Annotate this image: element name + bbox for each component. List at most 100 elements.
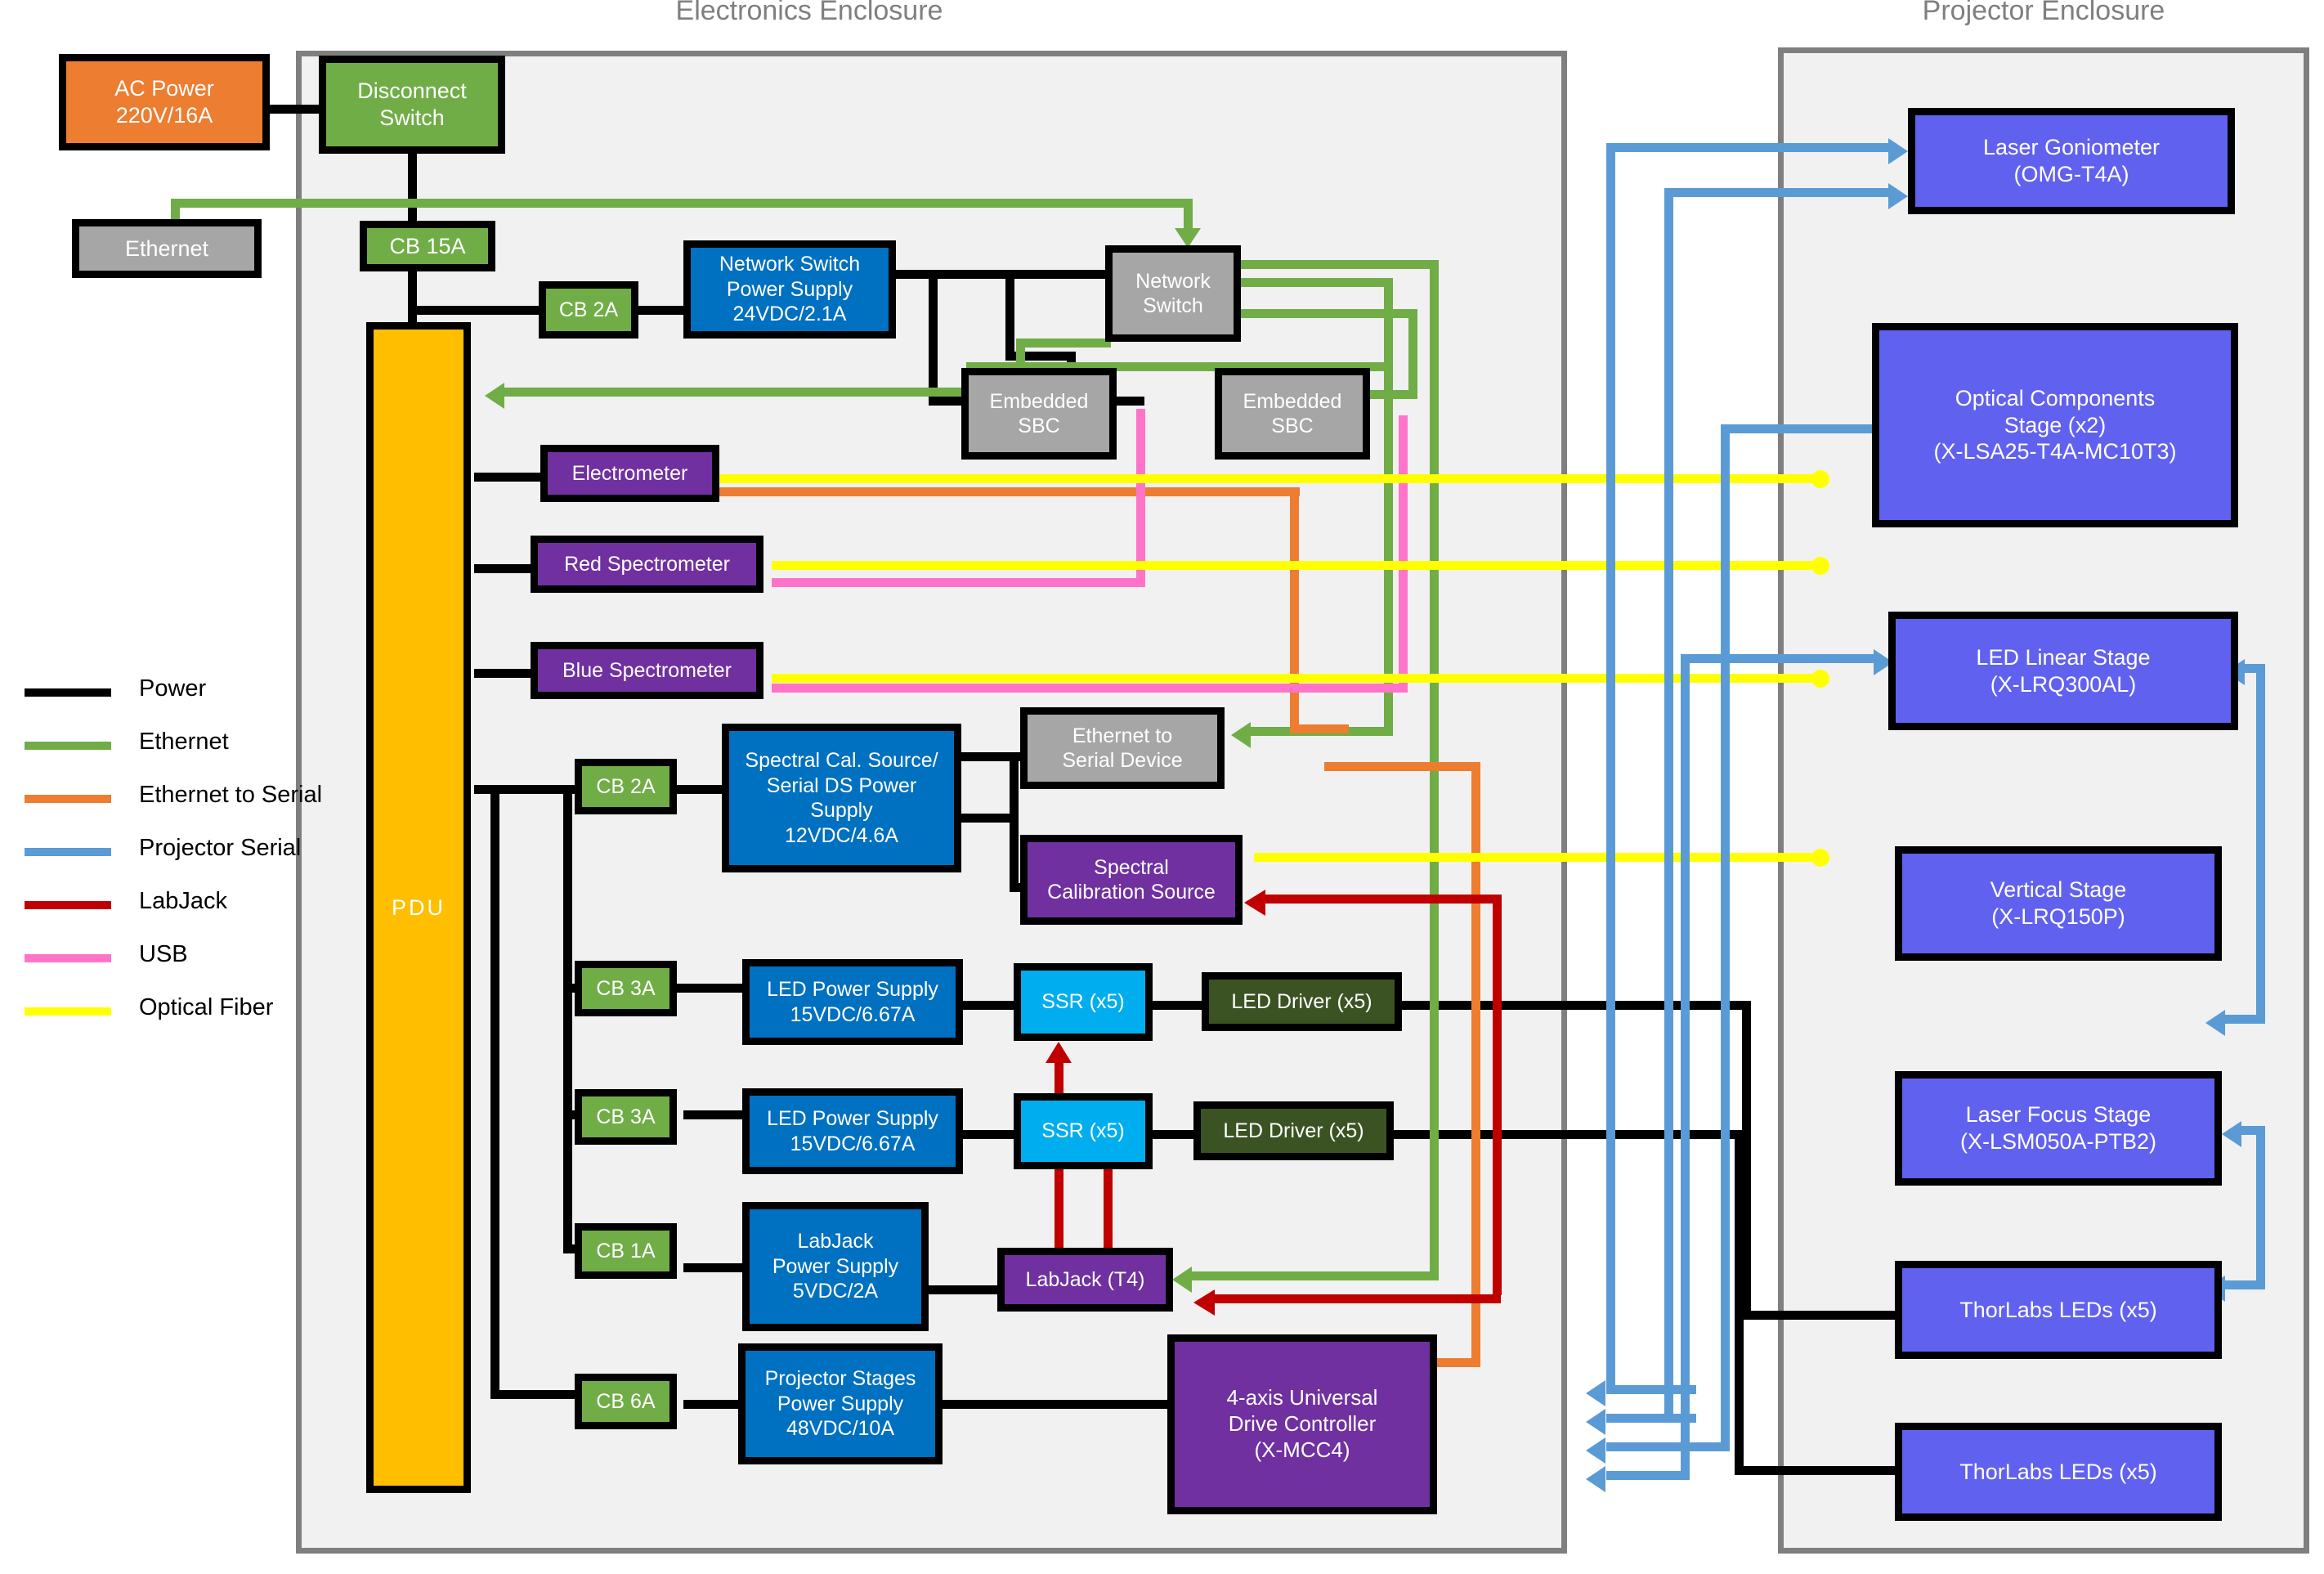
cb-1a-label: CB 1A <box>596 1239 656 1262</box>
arrow-lj-into-calsource <box>1244 890 1265 916</box>
electrometer-box[interactable]: Electrometer <box>540 445 719 502</box>
pdu-box[interactable]: PDU <box>366 322 471 1493</box>
arrow-lj-labjack-in <box>1193 1289 1215 1316</box>
wire-ser-2-bottom-join <box>1606 1414 1672 1423</box>
labjack-t4-box[interactable]: LabJack (T4) <box>997 1248 1173 1312</box>
cb-15a-box[interactable]: CB 15A <box>360 221 495 271</box>
electronics-enclosure-title: Electronics Enclosure <box>675 0 943 26</box>
embedded-sbc-2-box[interactable]: Embedded SBC <box>1215 368 1370 460</box>
wire-power-driver-a-to-leds1 <box>1742 1311 1914 1320</box>
wire-fiber-calsource <box>1254 853 1819 862</box>
wire-ser-4-bottom <box>1606 1471 1690 1480</box>
wire-power-cb6a-to-psu <box>683 1400 744 1409</box>
led-linear-stage-line2: (X-LRQ300AL) <box>1990 671 2137 697</box>
arrow-ser-into-laser-goniometer-1 <box>1888 138 1908 164</box>
wire-eth-jack-to-switch-h <box>171 199 1193 208</box>
cb-3a-a-label: CB 3A <box>596 976 656 1000</box>
cb-6a-box[interactable]: CB 6A <box>575 1374 677 1429</box>
wire-fiber-bluespec <box>772 674 1819 683</box>
cb-3a-a-box[interactable]: CB 3A <box>575 961 677 1016</box>
wire-eth-switch-to-sbc2-v <box>1408 309 1417 399</box>
legend-swatch-labjack <box>25 901 111 909</box>
laser-goniometer-line1: Laser Goniometer <box>1982 135 2161 160</box>
led-driver-b-label: LED Driver (x5) <box>1223 1119 1364 1142</box>
vertical-stage-box[interactable]: Vertical Stage (X-LRQ150P) <box>1895 846 2222 961</box>
cb-3a-b-box[interactable]: CB 3A <box>575 1089 677 1145</box>
embedded-sbc-1-box[interactable]: Embedded SBC <box>961 368 1117 460</box>
vertical-stage-line1: Vertical Stage <box>1990 877 2127 903</box>
ssr-a-box[interactable]: SSR (x5) <box>1014 963 1153 1041</box>
wire-power-pdu-electrometer <box>474 473 544 482</box>
blue-spectrometer-box[interactable]: Blue Spectrometer <box>531 642 763 699</box>
network-switch-box[interactable]: Network Switch <box>1105 245 1241 342</box>
legend-label-labjack: LabJack <box>139 888 228 914</box>
ethernet-port-box[interactable]: Ethernet <box>72 219 262 278</box>
wire-power-netpsu-to-netswitch <box>894 270 1105 279</box>
arrow-eth-into-labjack <box>1172 1267 1192 1293</box>
network-switch-line1: Network <box>1135 269 1211 293</box>
ssr-b-label: SSR (x5) <box>1041 1119 1125 1143</box>
cb-2a-spectral-box[interactable]: CB 2A <box>575 759 677 814</box>
arrow-ser-into-controller-1 <box>1586 1380 1605 1406</box>
cb-2a-network-box[interactable]: CB 2A <box>539 281 638 339</box>
ac-power-box[interactable]: AC Power 220V/16A <box>59 54 270 150</box>
wire-power-lower-vertical-bus <box>490 785 499 1394</box>
ethernet-to-serial-line2: Serial Device <box>1062 749 1183 772</box>
pdu-label: PDU <box>391 895 446 920</box>
embedded-sbc-2-line2: SBC <box>1271 415 1314 437</box>
disconnect-switch-line2: Switch <box>379 105 445 130</box>
projector-stages-psu-box[interactable]: Projector Stages Power Supply 48VDC/10A <box>738 1343 943 1464</box>
wire-eth-switch-to-pdu-h2 <box>504 388 975 397</box>
led-power-supply-b-box[interactable]: LED Power Supply 15VDC/6.67A <box>742 1088 963 1174</box>
disconnect-switch-box[interactable]: Disconnect Switch <box>319 56 505 154</box>
spectral-cal-psu-line2: Serial DS Power <box>766 774 917 797</box>
ethernet-to-serial-box[interactable]: Ethernet to Serial Device <box>1020 707 1225 789</box>
wire-power-disconnect-to-cb15a <box>408 152 417 224</box>
ethernet-port-label: Ethernet <box>124 235 209 261</box>
optical-components-stage-box[interactable]: Optical Components Stage (x2) (X-LSA25-T… <box>1872 323 2238 527</box>
spectral-calibration-source-box[interactable]: Spectral Calibration Source <box>1020 835 1243 925</box>
labjack-power-supply-box[interactable]: LabJack Power Supply 5VDC/2A <box>742 1202 929 1331</box>
arrow-ser-into-vertical-stage-daisy <box>2222 1121 2241 1147</box>
legend-label-power: Power <box>139 675 207 702</box>
network-switch-psu-box[interactable]: Network Switch Power Supply 24VDC/2.1A <box>683 240 896 339</box>
wire-power-driver-b-to-leds2 <box>1735 1466 1914 1475</box>
led-driver-a-label: LED Driver (x5) <box>1231 989 1372 1013</box>
wire-ser-daisy-1-h-top <box>2244 664 2265 673</box>
cb-3a-b-label: CB 3A <box>596 1105 656 1128</box>
laser-goniometer-box[interactable]: Laser Goniometer (OMG-T4A) <box>1908 108 2235 214</box>
led-driver-b-box[interactable]: LED Driver (x5) <box>1193 1101 1394 1160</box>
wire-power-cb2a-to-netpsu <box>637 306 686 315</box>
drive-controller-line2: Drive Controller <box>1228 1411 1377 1437</box>
led-power-supply-b-line2: 15VDC/6.67A <box>790 1132 916 1155</box>
thorlabs-leds-1-box[interactable]: ThorLabs LEDs (x5) <box>1895 1261 2222 1359</box>
ssr-b-box[interactable]: SSR (x5) <box>1014 1093 1153 1169</box>
spectral-cal-psu-box[interactable]: Spectral Cal. Source/ Serial DS Power Su… <box>722 724 961 872</box>
red-spectrometer-box[interactable]: Red Spectrometer <box>531 536 763 593</box>
embedded-sbc-2-line1: Embedded <box>1243 389 1342 413</box>
arrow-ser-into-controller-4 <box>1586 1466 1605 1492</box>
wire-e2s-out-h1 <box>1324 762 1480 771</box>
wire-power-ledpsu-a-to-ssr <box>960 1001 1018 1010</box>
cb-1a-box[interactable]: CB 1A <box>575 1223 677 1279</box>
thorlabs-leds-2-box[interactable]: ThorLabs LEDs (x5) <box>1895 1423 2222 1521</box>
led-linear-stage-box[interactable]: LED Linear Stage (X-LRQ300AL) <box>1888 612 2238 730</box>
cb-15a-label: CB 15A <box>389 233 466 258</box>
led-power-supply-a-box[interactable]: LED Power Supply 15VDC/6.67A <box>742 959 963 1045</box>
wire-ser-daisy-1-v <box>2256 664 2265 1024</box>
labjack-power-supply-line3: 5VDC/2A <box>792 1280 879 1303</box>
drive-controller-box[interactable]: 4-axis Universal Drive Controller (X-MCC… <box>1167 1334 1437 1514</box>
projector-enclosure-title: Projector Enclosure <box>1922 0 2165 26</box>
wire-power-driver-b-down <box>1735 1130 1744 1473</box>
led-driver-a-box[interactable]: LED Driver (x5) <box>1202 972 1402 1031</box>
wire-ser-3-bottom <box>1606 1442 1730 1451</box>
spectral-cal-psu-line4: 12VDC/4.6A <box>785 823 898 847</box>
laser-focus-stage-box[interactable]: Laser Focus Stage (X-LSM050A-PTB2) <box>1895 1071 2222 1186</box>
wire-power-mid-vertical-bus <box>563 785 572 1251</box>
wire-power-cb2a-spec-to-psu <box>675 785 724 794</box>
optical-components-stage-line2: Stage (x2) <box>2004 412 2107 437</box>
wire-eth-jack-to-switch-v <box>1184 199 1193 228</box>
electrometer-label: Electrometer <box>571 461 688 485</box>
wire-ser-4-top <box>1681 654 1882 663</box>
wire-ser-4-v <box>1681 654 1690 1472</box>
